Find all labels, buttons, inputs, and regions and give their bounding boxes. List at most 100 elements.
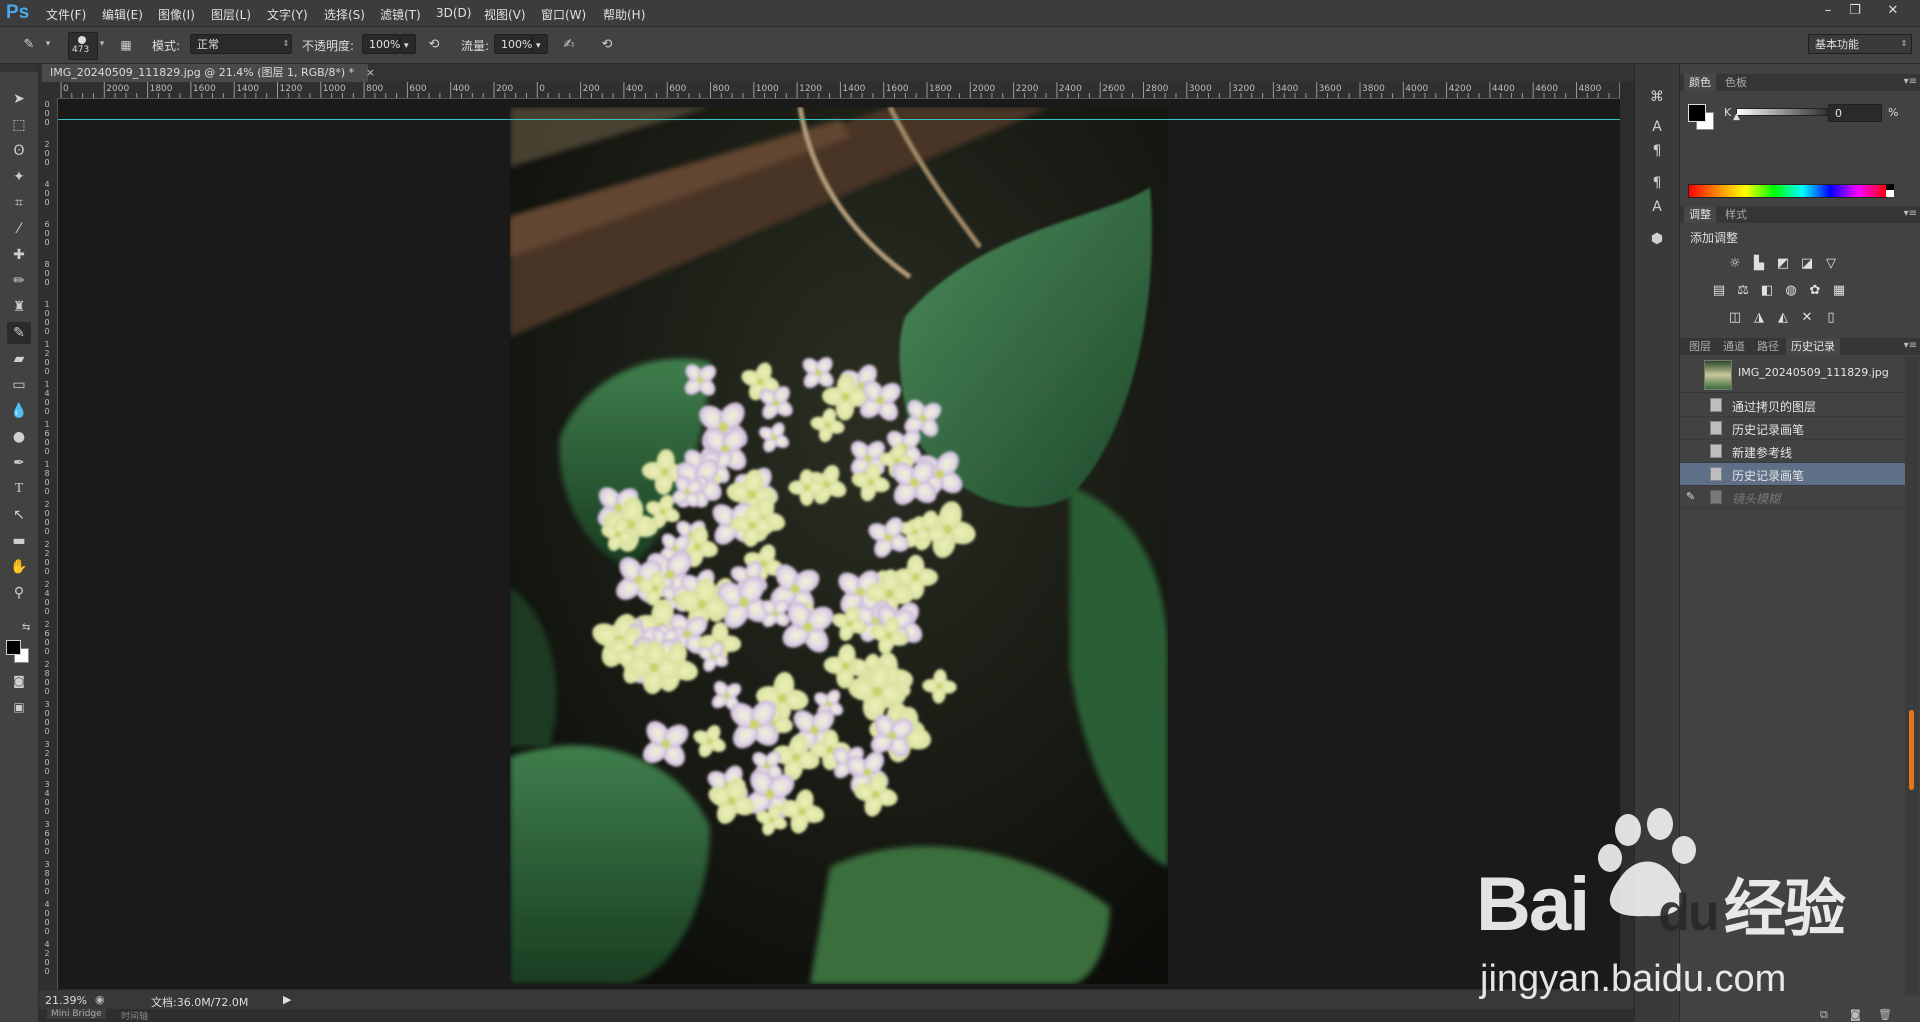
tab-color[interactable]: 颜色 <box>1684 74 1716 91</box>
close-window-button[interactable]: ✕ <box>1880 2 1906 20</box>
opacity-pressure-icon[interactable]: ⟲ <box>423 34 445 56</box>
brush-panel-toggle-icon[interactable]: ▦ <box>115 34 137 56</box>
healing-brush-tool-icon[interactable]: ✚ <box>7 244 31 266</box>
status-info-icon[interactable]: ◉ <box>95 993 105 1006</box>
hue-saturation-icon[interactable]: ▤ <box>1710 282 1728 300</box>
tab-mini-bridge[interactable]: Mini Bridge <box>47 1009 106 1019</box>
magic-wand-tool-icon[interactable]: ✦ <box>7 166 31 188</box>
tools-panel-header[interactable] <box>0 64 38 72</box>
opacity-dropdown[interactable]: ▾ <box>400 34 416 54</box>
mode-select[interactable]: 正常 <box>190 34 292 54</box>
opacity-input[interactable]: 100% <box>362 34 400 54</box>
menu-window[interactable]: 窗口(W) <box>541 6 586 23</box>
vertical-scrollbar[interactable] <box>1620 82 1634 989</box>
tab-paths[interactable]: 路径 <box>1752 338 1784 355</box>
history-source-check[interactable] <box>1688 468 1700 480</box>
tab-styles[interactable]: 样式 <box>1720 206 1752 223</box>
new-document-from-state-icon[interactable]: ⧉ <box>1820 1008 1828 1022</box>
screen-mode-icon[interactable]: ▣ <box>7 696 31 718</box>
paragraph-style-icon[interactable]: ¶ <box>1646 172 1668 194</box>
type-tool-icon[interactable]: T <box>7 478 31 500</box>
path-selection-tool-icon[interactable]: ↖ <box>7 504 31 526</box>
size-pressure-icon[interactable]: ⟲ <box>596 34 618 56</box>
tool-preset-chevron-down-icon[interactable]: ▾ <box>42 35 54 53</box>
brightness-icon[interactable]: ☼ <box>1726 255 1744 273</box>
history-panel-menu-icon[interactable]: ▾≡ <box>1904 340 1917 351</box>
menu-edit[interactable]: 编辑(E) <box>102 6 143 23</box>
restore-button[interactable]: ❐ <box>1842 2 1868 20</box>
tab-swatches[interactable]: 色板 <box>1720 74 1752 91</box>
history-scrollbar[interactable] <box>1905 356 1919 996</box>
brush-tool-icon[interactable]: ✏ <box>7 270 31 292</box>
tab-timeline[interactable]: 时间轴 <box>121 1009 148 1022</box>
menu-help[interactable]: 帮助(H) <box>603 6 645 23</box>
photo-filter-icon[interactable]: ◍ <box>1782 282 1800 300</box>
gradient-map-icon[interactable]: ✕ <box>1798 309 1816 327</box>
swap-colors-icon[interactable]: ⇆ <box>22 622 30 633</box>
dodge-tool-icon[interactable]: ● <box>7 426 31 448</box>
channel-mixer-icon[interactable]: ✿ <box>1806 282 1824 300</box>
menu-file[interactable]: 文件(F) <box>46 6 86 23</box>
horizontal-guide-line[interactable] <box>58 119 1620 120</box>
threshold-icon[interactable]: ◭ <box>1774 309 1792 327</box>
zoom-tool-icon[interactable]: ⚲ <box>7 582 31 604</box>
color-lookup-icon[interactable]: ▦ <box>1830 282 1848 300</box>
history-snapshot-row[interactable]: IMG_20240509_111829.jpg <box>1680 356 1905 393</box>
menu-select[interactable]: 选择(S) <box>324 6 365 23</box>
spectrum-white[interactable] <box>1886 190 1894 197</box>
workspace-select[interactable]: 基本功能 <box>1808 34 1912 54</box>
color-panel-menu-icon[interactable]: ▾≡ <box>1904 76 1917 87</box>
tab-history[interactable]: 历史记录 <box>1786 338 1840 355</box>
delete-state-icon[interactable]: 🗑 <box>1878 1008 1892 1021</box>
history-source-check[interactable] <box>1688 399 1700 411</box>
levels-icon[interactable]: ▙ <box>1750 255 1768 273</box>
hydrangea-photo[interactable] <box>510 107 1168 984</box>
hand-tool-icon[interactable]: ✋ <box>7 556 31 578</box>
minimize-button[interactable]: – <box>1815 2 1841 20</box>
invert-icon[interactable]: ◫ <box>1726 309 1744 327</box>
tab-layers[interactable]: 图层 <box>1684 338 1716 355</box>
document-tab[interactable]: IMG_20240509_111829.jpg @ 21.4% (图层 1, R… <box>42 64 375 82</box>
menu-filter[interactable]: 滤镜(T) <box>380 6 421 23</box>
new-snapshot-icon[interactable]: ◙ <box>1850 1008 1861 1021</box>
flow-input[interactable]: 100% <box>494 34 532 54</box>
blur-tool-icon[interactable]: 💧 <box>7 400 31 422</box>
clone-stamp-tool-icon[interactable]: ♜ <box>7 296 31 318</box>
foreground-color-swatch[interactable] <box>6 640 21 655</box>
character-panel-icon[interactable]: ⌘ <box>1646 86 1668 108</box>
eraser-tool-icon[interactable]: ▰ <box>7 348 31 370</box>
selective-color-icon[interactable]: ▯ <box>1822 309 1840 327</box>
brush-preset-picker[interactable]: 473 <box>68 32 98 60</box>
character-style-icon[interactable]: A <box>1646 116 1668 138</box>
marquee-tool-icon[interactable]: ⬚ <box>7 114 31 136</box>
ruler-origin[interactable] <box>39 82 57 98</box>
close-tab-icon[interactable]: × <box>366 66 375 79</box>
flow-dropdown[interactable]: ▾ <box>532 34 548 54</box>
menu-view[interactable]: 视图(V) <box>484 6 526 23</box>
airbrush-icon[interactable]: ✍ <box>558 34 580 56</box>
color-balance-icon[interactable]: ⚖ <box>1734 282 1752 300</box>
history-brush-tool-icon[interactable]: ✎ <box>18 34 40 56</box>
snapshot-source-check[interactable] <box>1688 368 1700 380</box>
history-state-selected[interactable]: 历史记录画笔 <box>1680 463 1905 486</box>
history-brush-tool-icon-active[interactable]: ✎ <box>7 322 31 344</box>
pen-tool-icon[interactable]: ✒ <box>7 452 31 474</box>
adjustments-panel-menu-icon[interactable]: ▾≡ <box>1904 208 1917 219</box>
k-slider-handle-icon[interactable]: ▲ <box>1733 112 1740 122</box>
k-value-input[interactable]: 0 <box>1828 104 1882 122</box>
foreground-swatch[interactable] <box>1688 104 1706 122</box>
lasso-tool-icon[interactable]: ʘ <box>7 140 31 162</box>
gradient-tool-icon[interactable]: ▭ <box>7 374 31 396</box>
move-tool-icon[interactable]: ➤ <box>7 88 31 110</box>
history-state-dimmed[interactable]: ✎ 镜头模糊 <box>1680 486 1905 509</box>
history-state[interactable]: 新建参考线 <box>1680 440 1905 463</box>
history-scroll-thumb[interactable] <box>1909 710 1914 790</box>
zoom-level[interactable]: 21.39% <box>45 994 87 1007</box>
shape-tool-icon[interactable]: ▬ <box>7 530 31 552</box>
history-state[interactable]: 通过拷贝的图层 <box>1680 394 1905 417</box>
tab-channels[interactable]: 通道 <box>1718 338 1750 355</box>
history-source-check[interactable] <box>1688 422 1700 434</box>
exposure-icon[interactable]: ◪ <box>1798 255 1816 273</box>
vibrance-icon[interactable]: ▽ <box>1822 255 1840 273</box>
glyph-icon[interactable]: A <box>1646 196 1668 218</box>
